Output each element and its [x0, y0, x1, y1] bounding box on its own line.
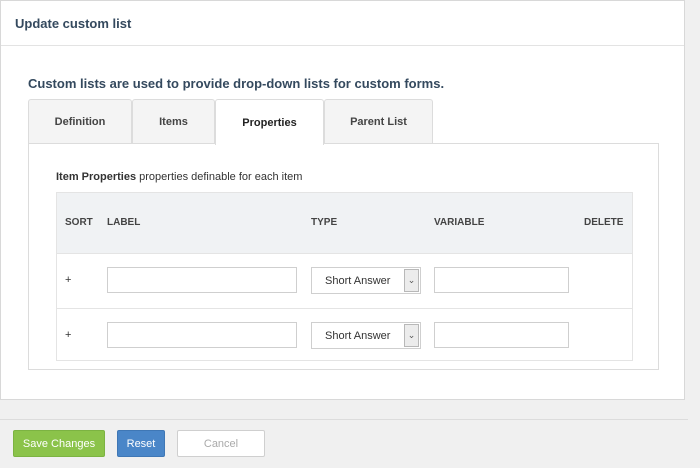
label-input[interactable] [107, 322, 297, 348]
tab-definition[interactable]: Definition [28, 99, 132, 143]
dialog-title: Update custom list [1, 1, 684, 46]
panel-title: Item Properties properties definable for… [56, 171, 302, 183]
sort-handle[interactable]: + [65, 274, 71, 286]
footer-divider [0, 419, 688, 420]
reset-button[interactable]: Reset [117, 430, 165, 457]
type-select-value: Short Answer [325, 274, 391, 287]
sort-handle[interactable]: + [65, 329, 71, 341]
properties-table: SORT LABEL TYPE VARIABLE DELETE + Short … [56, 192, 633, 361]
panel-title-bold: Item Properties [56, 171, 137, 183]
save-changes-button[interactable]: Save Changes [13, 430, 105, 457]
variable-input[interactable] [434, 267, 569, 293]
panel-title-rest: properties definable for each item [136, 171, 303, 183]
type-select[interactable]: Short Answer ⌄ [311, 322, 421, 349]
header-variable: VARIABLE [434, 217, 485, 228]
table-header: SORT LABEL TYPE VARIABLE DELETE [57, 193, 632, 254]
cancel-button[interactable]: Cancel [177, 430, 265, 457]
table-row: + Short Answer ⌄ [57, 309, 632, 363]
properties-panel: Item Properties properties definable for… [28, 143, 659, 370]
header-label: LABEL [107, 217, 141, 228]
variable-input[interactable] [434, 322, 569, 348]
update-custom-list-dialog: Update custom list Custom lists are used… [0, 0, 685, 400]
type-select-value: Short Answer [325, 329, 391, 342]
tab-properties[interactable]: Properties [215, 99, 324, 145]
label-input[interactable] [107, 267, 297, 293]
header-delete: DELETE [584, 217, 624, 228]
tab-parent-list[interactable]: Parent List [324, 99, 433, 143]
chevron-down-icon[interactable]: ⌄ [404, 269, 419, 292]
type-select[interactable]: Short Answer ⌄ [311, 267, 421, 294]
table-row: + Short Answer ⌄ [57, 254, 632, 309]
intro-text: Custom lists are used to provide drop-do… [28, 76, 445, 91]
tab-items[interactable]: Items [132, 99, 215, 143]
header-type: TYPE [311, 217, 338, 228]
header-sort: SORT [65, 217, 93, 228]
chevron-down-icon[interactable]: ⌄ [404, 324, 419, 347]
